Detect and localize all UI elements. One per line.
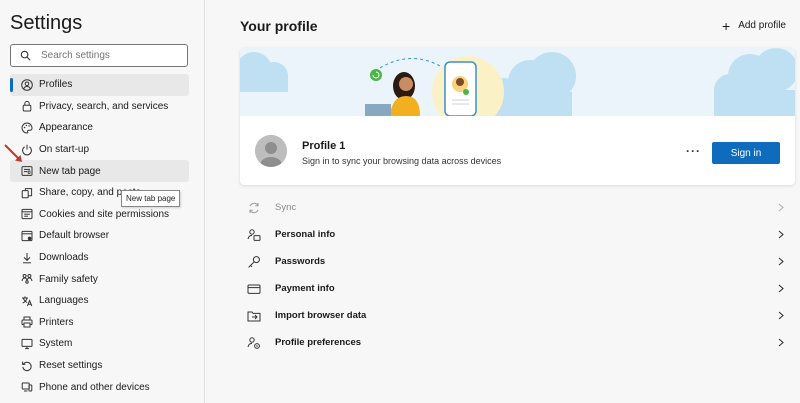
- sidebar-item-family-safety[interactable]: Family safety: [10, 268, 189, 290]
- printer-icon: [21, 316, 33, 328]
- sidebar-item-label: Languages: [39, 295, 89, 307]
- row-label: Passwords: [275, 256, 326, 267]
- sidebar-item-startup[interactable]: On start-up: [10, 139, 189, 161]
- profile-subtitle: Sign in to sync your browsing data acros…: [302, 156, 502, 166]
- sidebar-item-label: Appearance: [39, 122, 93, 134]
- sidebar-item-label: Cookies and site permissions: [39, 208, 170, 220]
- sidebar-item-label: Profiles: [39, 79, 73, 91]
- sidebar-item-system[interactable]: System: [10, 333, 189, 355]
- sidebar-item-printers[interactable]: Printers: [10, 312, 189, 334]
- sidebar-item-privacy[interactable]: Privacy, search, and services: [10, 96, 189, 118]
- palette-icon: [21, 122, 33, 134]
- chevron-right-icon: [778, 284, 784, 293]
- download-icon: [21, 252, 33, 264]
- lock-icon: [21, 100, 33, 112]
- profile-banner-illustration: [240, 48, 795, 116]
- phone-icon: [21, 381, 33, 393]
- more-options-button[interactable]: ···: [686, 144, 701, 158]
- tooltip: New tab page: [121, 190, 181, 207]
- row-label: Import browser data: [275, 310, 367, 321]
- settings-nav: Profiles Privacy, search, and services A…: [10, 74, 189, 398]
- chevron-right-icon: [778, 230, 784, 239]
- sync-icon: [247, 201, 261, 215]
- key-icon: [247, 255, 261, 269]
- sidebar-item-languages[interactable]: Languages: [10, 290, 189, 312]
- person-icon: [21, 78, 33, 91]
- sidebar-item-label: Printers: [39, 316, 74, 328]
- sidebar-item-default-browser[interactable]: Default browser: [10, 225, 189, 247]
- annotation-arrow-icon: [4, 144, 22, 162]
- settings-title: Settings: [10, 12, 83, 34]
- row-label: Profile preferences: [275, 337, 362, 348]
- row-personal-info[interactable]: Personal info: [240, 221, 793, 248]
- avatar: [255, 135, 287, 167]
- profile-name: Profile 1: [302, 140, 346, 152]
- personal-info-icon: [247, 228, 261, 242]
- import-icon: [247, 309, 261, 323]
- profile-settings-list: Sync Personal info Passwords Payment inf…: [240, 194, 793, 356]
- add-profile-label: Add profile: [738, 20, 786, 31]
- sidebar-item-label: Phone and other devices: [39, 381, 150, 393]
- sidebar-item-new-tab-page[interactable]: New tab page: [10, 160, 189, 182]
- sidebar-item-appearance[interactable]: Appearance: [10, 117, 189, 139]
- sidebar-item-profiles[interactable]: Profiles: [10, 74, 189, 96]
- system-icon: [21, 338, 33, 350]
- search-box[interactable]: [10, 44, 188, 67]
- row-label: Sync: [275, 202, 297, 213]
- sign-in-button[interactable]: Sign in: [712, 142, 780, 164]
- row-sync[interactable]: Sync: [240, 194, 793, 221]
- reset-icon: [21, 360, 33, 372]
- family-icon: [21, 273, 33, 285]
- share-icon: [21, 187, 33, 199]
- sidebar-item-phone[interactable]: Phone and other devices: [10, 376, 189, 398]
- sidebar-item-reset[interactable]: Reset settings: [10, 355, 189, 377]
- chevron-right-icon: [778, 203, 784, 212]
- search-input[interactable]: [41, 47, 181, 64]
- row-payment-info[interactable]: Payment info: [240, 275, 793, 302]
- browser-icon: [21, 230, 33, 242]
- sidebar-item-label: New tab page: [39, 165, 101, 177]
- page-title: Your profile: [240, 18, 318, 34]
- row-label: Payment info: [275, 283, 335, 294]
- row-import-browser-data[interactable]: Import browser data: [240, 302, 793, 329]
- sidebar-item-label: System: [39, 338, 73, 350]
- sidebar-item-label: Reset settings: [39, 360, 103, 372]
- sidebar-item-downloads[interactable]: Downloads: [10, 247, 189, 269]
- cookie-icon: [21, 208, 33, 220]
- search-icon: [20, 50, 31, 61]
- row-passwords[interactable]: Passwords: [240, 248, 793, 275]
- sidebar-item-label: Downloads: [39, 252, 89, 264]
- chevron-right-icon: [778, 311, 784, 320]
- plus-icon: +: [722, 17, 731, 34]
- sidebar-item-label: On start-up: [39, 144, 90, 156]
- profile-card: Profile 1 Sign in to sync your browsing …: [240, 48, 795, 185]
- sidebar-item-label: Family safety: [39, 273, 98, 285]
- row-profile-preferences[interactable]: Profile preferences: [240, 329, 793, 356]
- chevron-right-icon: [778, 338, 784, 347]
- card-icon: [247, 282, 261, 296]
- add-profile-button[interactable]: + Add profile: [722, 17, 786, 34]
- preferences-icon: [247, 336, 261, 350]
- sidebar-item-label: Default browser: [39, 230, 110, 242]
- row-label: Personal info: [275, 229, 336, 240]
- sidebar-item-label: Privacy, search, and services: [39, 100, 169, 112]
- language-icon: [21, 295, 33, 307]
- chevron-right-icon: [778, 257, 784, 266]
